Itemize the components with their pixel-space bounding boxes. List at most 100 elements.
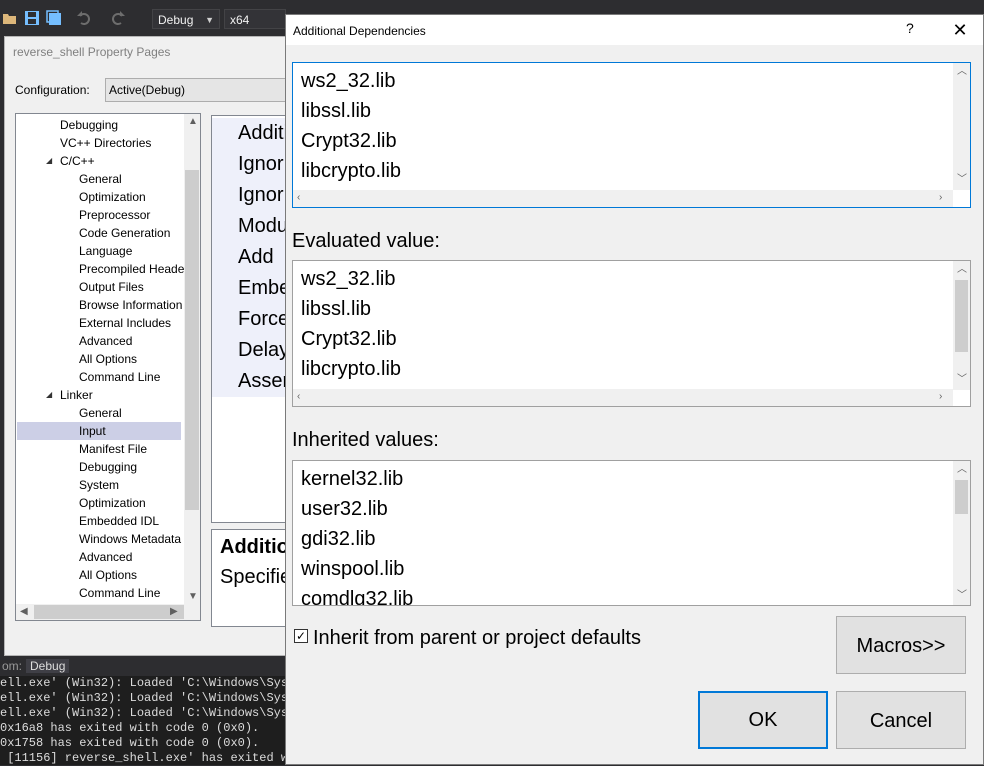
scroll-up-icon[interactable]: ︿: [957, 465, 967, 475]
tree-item[interactable]: Optimization: [79, 188, 146, 206]
tree-item[interactable]: C/C++: [60, 152, 95, 170]
output-line: [11156] reverse_shell.exe' has exited wi…: [7, 751, 300, 765]
help-button[interactable]: ?: [906, 20, 914, 36]
edit-horizontal-scrollbar[interactable]: ‹ ›: [293, 190, 953, 207]
tree-item[interactable]: Command Line: [79, 368, 160, 386]
tree-item[interactable]: All Options: [79, 350, 137, 368]
save-icon[interactable]: [24, 10, 40, 26]
property-pages-window: reverse_shell Property Pages Configurati…: [4, 36, 301, 656]
close-button[interactable]: ✕: [946, 17, 974, 43]
output-source-dropdown[interactable]: Debug: [26, 659, 70, 673]
undo-icon[interactable]: [76, 10, 92, 26]
evaluated-value-label: Evaluated value:: [292, 230, 440, 252]
tree-item[interactable]: Language: [79, 242, 132, 260]
list-item: libssl.lib: [301, 298, 372, 320]
scroll-left-icon[interactable]: ◀: [20, 606, 28, 617]
tree-item[interactable]: Command Line: [79, 584, 160, 602]
tree-item[interactable]: Debugging: [60, 116, 118, 134]
list-item: winspool.lib: [301, 558, 405, 580]
list-item: kernel32.lib: [301, 468, 404, 490]
scroll-up-icon[interactable]: ▲: [188, 116, 198, 127]
tree-item[interactable]: General: [79, 170, 122, 188]
tree-item[interactable]: System: [79, 476, 119, 494]
scroll-left-icon[interactable]: ‹: [297, 392, 300, 402]
configuration-value: Debug: [158, 13, 194, 27]
inherit-checkbox[interactable]: ✓: [294, 629, 308, 643]
tree-item[interactable]: Windows Metadata: [79, 530, 181, 548]
dependencies-edit-box[interactable]: ws2_32.lib libssl.lib Crypt32.lib libcrypto…: [292, 62, 971, 208]
tree-item[interactable]: Advanced: [79, 548, 132, 566]
output-source-label: om:: [2, 659, 23, 673]
tree-item[interactable]: Debugging: [79, 458, 137, 476]
output-line: 0x1758 has exited with code 0 (0x0).: [0, 736, 260, 750]
tree-item[interactable]: Advanced: [79, 332, 132, 350]
inherited-values-box: kernel32.lib user32.lib gdi32.lib winspool.…: [292, 460, 971, 606]
ok-button[interactable]: OK: [698, 691, 828, 749]
tree-item[interactable]: Input: [17, 422, 181, 440]
tree-item[interactable]: General: [79, 404, 122, 422]
tree-item[interactable]: Precompiled Heade: [79, 260, 184, 278]
tree-vertical-scrollbar[interactable]: ▲ ▼: [184, 114, 200, 604]
tree-item[interactable]: Preprocessor: [79, 206, 150, 224]
open-folder-icon[interactable]: [2, 10, 18, 26]
dialog-titlebar: Additional Dependencies ? ✕: [286, 15, 983, 45]
expanded-caret-icon[interactable]: ◢: [46, 390, 52, 399]
output-line: ell.exe' (Win32): Loaded 'C:\Windows\Sys…: [0, 706, 300, 720]
platform-value: x64: [230, 13, 250, 27]
description-text: Specifie: [220, 566, 292, 588]
evaluated-horizontal-scrollbar[interactable]: ‹ ›: [293, 389, 953, 406]
additional-dependencies-dialog: Additional Dependencies ? ✕ ws2_32.lib li…: [285, 14, 984, 765]
edit-vertical-scrollbar[interactable]: ︿ ﹀: [953, 63, 970, 190]
scroll-down-icon[interactable]: ﹀: [957, 375, 967, 385]
inherit-checkbox-label[interactable]: Inherit from parent or project defaults: [313, 627, 641, 650]
output-pane: om: Debug ell.exe' (Win32): Loaded 'C:\Wi…: [0, 656, 300, 765]
scroll-down-icon[interactable]: ▼: [188, 591, 198, 602]
window-title: reverse_shell Property Pages: [13, 45, 171, 59]
output-line: ell.exe' (Win32): Loaded 'C:\Windows\Sys…: [0, 691, 300, 705]
configuration-dropdown[interactable]: Debug ▼: [152, 9, 220, 29]
tree-item[interactable]: All Options: [79, 566, 137, 584]
scroll-left-icon[interactable]: ‹: [297, 193, 300, 203]
scroll-thumb[interactable]: [955, 280, 968, 352]
scroll-up-icon[interactable]: ︿: [957, 265, 967, 275]
scroll-right-icon[interactable]: ›: [939, 392, 942, 402]
tree-item[interactable]: Manifest File: [79, 440, 147, 458]
tree-item[interactable]: External Includes: [79, 314, 171, 332]
tree-item[interactable]: Embedded IDL: [79, 512, 159, 530]
tree-item[interactable]: Linker: [60, 386, 93, 404]
save-all-icon[interactable]: [46, 10, 62, 26]
configuration-select[interactable]: Active(Debug): [105, 78, 301, 102]
scroll-thumb[interactable]: [955, 480, 968, 514]
list-item: Crypt32.lib: [301, 328, 397, 350]
expanded-caret-icon[interactable]: ◢: [46, 156, 52, 165]
chevron-down-icon: ▼: [205, 15, 214, 25]
list-item: gdi32.lib: [301, 528, 376, 550]
property-tree: Debugging VC++ Directories C/C++ ◢ General Op…: [15, 113, 201, 621]
output-line: ell.exe' (Win32): Loaded 'C:\Windows\Sys…: [0, 676, 300, 690]
output-line: 0x16a8 has exited with code 0 (0x0).: [0, 721, 260, 735]
scroll-thumb[interactable]: [185, 170, 199, 510]
scroll-right-icon[interactable]: ›: [939, 193, 942, 203]
tree-item[interactable]: Code Generation: [79, 224, 170, 242]
inherited-vertical-scrollbar[interactable]: ︿ ﹀: [953, 461, 970, 605]
evaluated-vertical-scrollbar[interactable]: ︿ ﹀: [953, 261, 970, 390]
list-item: Crypt32.lib: [301, 130, 397, 152]
scroll-thumb[interactable]: [34, 605, 184, 619]
scroll-down-icon[interactable]: ﹀: [957, 591, 967, 601]
cancel-button[interactable]: Cancel: [836, 691, 966, 749]
macros-button[interactable]: Macros>>: [836, 616, 966, 674]
scroll-up-icon[interactable]: ︿: [957, 67, 967, 77]
tree-item[interactable]: VC++ Directories: [60, 134, 151, 152]
scroll-down-icon[interactable]: ﹀: [957, 175, 967, 185]
tree-item[interactable]: Optimization: [79, 494, 146, 512]
tree-horizontal-scrollbar[interactable]: ◀ ▶: [16, 604, 200, 620]
tree-item[interactable]: Browse Information: [79, 296, 182, 314]
list-item: comdlg32.lib: [301, 588, 414, 606]
evaluated-value-box: ws2_32.lib libssl.lib Crypt32.lib libcrypto…: [292, 260, 971, 407]
platform-dropdown[interactable]: x64: [224, 9, 286, 29]
output-lines: ell.exe' (Win32): Loaded 'C:\Windows\Sys…: [0, 676, 300, 766]
tree-item-label: Input: [79, 424, 106, 438]
tree-item[interactable]: Output Files: [79, 278, 144, 296]
scroll-right-icon[interactable]: ▶: [170, 606, 178, 617]
redo-icon[interactable]: [110, 10, 126, 26]
